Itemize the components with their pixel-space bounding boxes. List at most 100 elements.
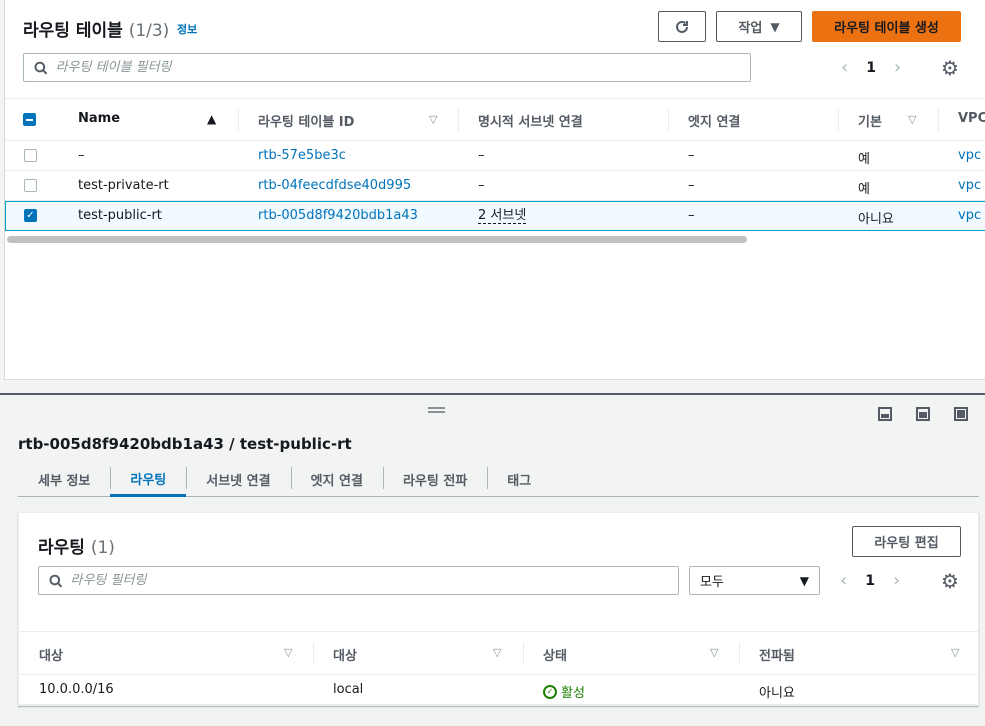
col-edge-associations[interactable]: 엣지 연결: [688, 111, 740, 130]
cell-route-table-id-link[interactable]: rtb-005d8f9420bdb1a43: [258, 208, 418, 223]
caret-down-icon: ▼: [799, 573, 809, 588]
route-tables-table: Name ▲ 라우팅 테이블 ID ▽ 명시적 서브넷 연결 엣지 연결 기본 …: [5, 98, 985, 231]
routes-search-input[interactable]: [70, 573, 678, 588]
table-row[interactable]: test-private-rt rtb-04feecdfdse40d995 – …: [5, 171, 985, 201]
cell-route-table-id-link[interactable]: rtb-04feecdfdse40d995: [258, 178, 411, 193]
panel-header: 라우팅 테이블 (1/3) 정보 작업 ▼ 라우팅 테이블 생성: [5, 0, 985, 52]
tab-details[interactable]: 세부 정보: [18, 462, 110, 496]
page-number[interactable]: 1: [865, 573, 875, 589]
tab-subnet-associations[interactable]: 서브넷 연결: [186, 462, 290, 496]
table-header: Name ▲ 라우팅 테이블 ID ▽ 명시적 서브넷 연결 엣지 연결 기본 …: [5, 98, 985, 141]
routes-count: (1): [90, 538, 115, 558]
pagination: ‹ 1 ›: [841, 57, 901, 78]
title-text: 라우팅 테이블: [23, 21, 123, 41]
actions-label: 작업: [738, 21, 763, 36]
routes-title: 라우팅 (1): [38, 533, 115, 558]
tab-tags[interactable]: 태그: [487, 462, 551, 496]
route-table-search[interactable]: [23, 53, 751, 82]
drag-handle-icon[interactable]: [428, 407, 445, 413]
route-tables-panel: 라우팅 테이블 (1/3) 정보 작업 ▼ 라우팅 테이블 생성 ‹ 1 › ⚙: [4, 0, 985, 380]
actions-dropdown-button[interactable]: 작업 ▼: [716, 11, 802, 42]
col-divider: [523, 642, 524, 664]
routes-search[interactable]: [38, 566, 679, 595]
refresh-icon: [676, 20, 688, 33]
sort-ascending-icon[interactable]: ▲: [207, 112, 216, 126]
cell-name: test-private-rt: [78, 178, 169, 193]
page-number[interactable]: 1: [866, 60, 876, 76]
tab-route-propagation[interactable]: 라우팅 전파: [382, 462, 487, 496]
col-vpc[interactable]: VPC: [958, 111, 985, 126]
col-route-table-id[interactable]: 라우팅 테이블 ID: [258, 111, 354, 130]
tab-edge-associations[interactable]: 엣지 연결: [290, 462, 383, 496]
settings-gear-icon[interactable]: ⚙: [941, 56, 959, 80]
row-checkbox-checked[interactable]: ✓: [24, 209, 37, 222]
sort-icon[interactable]: ▽: [429, 113, 437, 126]
info-link[interactable]: 정보: [177, 21, 197, 37]
col-main[interactable]: 기본: [858, 111, 882, 130]
split-full-icon[interactable]: [954, 407, 968, 421]
detail-tabs: 세부 정보 라우팅 서브넷 연결 엣지 연결 라우팅 전파 태그: [18, 462, 979, 497]
create-route-table-button[interactable]: 라우팅 테이블 생성: [812, 11, 961, 42]
status-text: 활성: [561, 686, 585, 701]
col-divider: [458, 109, 459, 131]
horizontal-scrollbar[interactable]: [7, 236, 747, 243]
col-destination[interactable]: 대상: [39, 645, 63, 664]
col-status[interactable]: 상태: [543, 645, 567, 664]
row-checkbox[interactable]: [24, 149, 37, 162]
table-row: 10.0.0.0/16 local ✓ 활성 아니요: [19, 675, 978, 705]
search-icon: [34, 61, 48, 75]
row-checkbox[interactable]: [24, 179, 37, 192]
split-bottom-icon[interactable]: [878, 407, 892, 421]
refresh-button[interactable]: [658, 11, 706, 42]
routes-pagination: ‹ 1 ›: [840, 570, 900, 591]
split-side-icon[interactable]: [916, 407, 930, 421]
next-page-icon[interactable]: ›: [894, 57, 901, 78]
cell-vpc-link[interactable]: vpc: [958, 208, 981, 223]
tab-routes[interactable]: 라우팅: [110, 462, 187, 497]
split-panel-divider[interactable]: [0, 393, 985, 395]
cell-propagated: 아니요: [759, 686, 795, 701]
col-propagated[interactable]: 전파됨: [759, 645, 795, 664]
prev-page-icon[interactable]: ‹: [840, 570, 847, 591]
select-all-checkbox[interactable]: [23, 113, 36, 126]
table-row[interactable]: – rtb-57e5be3c – – 예 vpc: [5, 141, 985, 171]
sort-icon[interactable]: ▽: [493, 646, 501, 659]
detail-title: rtb-005d8f9420bdb1a43 / test-public-rt: [18, 435, 352, 453]
edit-routes-button[interactable]: 라우팅 편집: [852, 526, 961, 557]
cell-subnet: –: [478, 178, 485, 193]
cell-main: 예: [858, 182, 870, 197]
cell-main: 아니요: [858, 212, 894, 227]
sort-icon[interactable]: ▽: [951, 646, 959, 659]
page-title: 라우팅 테이블 (1/3): [23, 16, 169, 41]
col-divider: [238, 109, 239, 131]
cell-subnet: –: [478, 148, 485, 163]
col-divider: [668, 109, 669, 131]
cell-vpc-link[interactable]: vpc: [958, 178, 981, 193]
col-name[interactable]: Name: [78, 111, 120, 126]
cell-main: 예: [858, 152, 870, 167]
table-row-selected[interactable]: ✓ test-public-rt rtb-005d8f9420bdb1a43 2…: [5, 201, 985, 231]
col-divider: [313, 642, 314, 664]
cell-vpc-link[interactable]: vpc: [958, 148, 981, 163]
cell-target: local: [333, 682, 364, 697]
panel-view-controls: [878, 407, 968, 421]
select-value: 모두: [700, 575, 724, 590]
cell-route-table-id-link[interactable]: rtb-57e5be3c: [258, 148, 346, 163]
next-page-icon[interactable]: ›: [893, 570, 900, 591]
cell-edge: –: [688, 178, 695, 193]
sort-icon[interactable]: ▽: [908, 113, 916, 126]
col-subnet-associations[interactable]: 명시적 서브넷 연결: [478, 111, 583, 130]
col-target[interactable]: 대상: [333, 645, 357, 664]
prev-page-icon[interactable]: ‹: [841, 57, 848, 78]
cell-name: test-public-rt: [78, 208, 162, 223]
routes-panel: 라우팅 (1) 라우팅 편집 모두 ▼ ‹ 1 › ⚙ 대상 ▽ 대상 ▽ 상태…: [18, 512, 979, 706]
search-input[interactable]: [55, 60, 750, 75]
search-icon: [49, 574, 63, 587]
cell-subnet-popover[interactable]: 2 서브넷: [478, 208, 527, 224]
sort-icon[interactable]: ▽: [284, 646, 292, 659]
sort-icon[interactable]: ▽: [710, 646, 718, 659]
cell-status: ✓ 활성: [543, 682, 585, 701]
routes-filter-select[interactable]: 모두 ▼: [689, 566, 820, 595]
routes-title-text: 라우팅: [38, 538, 85, 558]
settings-gear-icon[interactable]: ⚙: [941, 569, 959, 593]
